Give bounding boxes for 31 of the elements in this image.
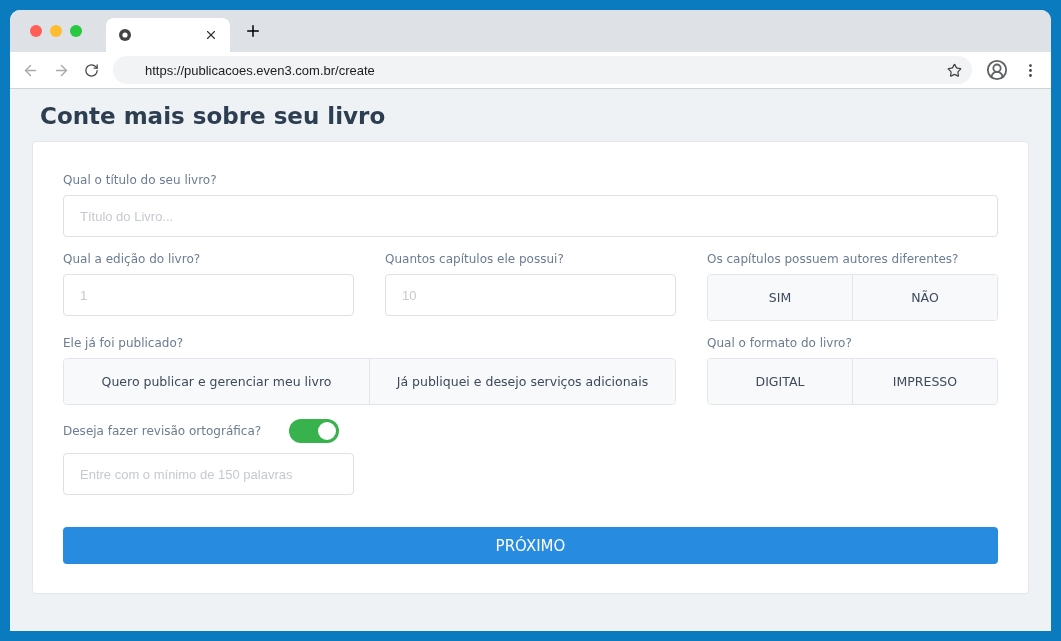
field-label: Ele já foi publicado? — [63, 335, 185, 351]
option-button[interactable]: SIM — [708, 275, 853, 320]
field-label: Qual o formato do livro? — [707, 335, 853, 351]
window-maximize-dot[interactable] — [70, 25, 82, 37]
field-label: Os capítulos possuem autores diferentes? — [707, 251, 960, 267]
option-button[interactable]: IMPRESSO — [853, 359, 997, 404]
input-field[interactable]: 1 — [63, 274, 354, 316]
input-field[interactable]: 10 — [385, 274, 676, 316]
new-tab-icon[interactable] — [244, 22, 262, 40]
input-field[interactable]: Título do Livro... — [63, 195, 998, 237]
option-button[interactable]: DIGITAL — [708, 359, 853, 404]
field-label: Deseja fazer revisão ortográfica? — [63, 423, 262, 439]
field-label: Quantos capítulos ele possui? — [385, 251, 565, 267]
field-label: Qual a edição do livro? — [63, 251, 202, 267]
profile-icon[interactable] — [986, 59, 1008, 81]
star-icon[interactable] — [947, 62, 962, 78]
address-bar[interactable]: https://publicacoes.even3.com.br/create — [113, 56, 972, 84]
window-close-dot[interactable] — [30, 25, 42, 37]
browser-logo-icon — [118, 28, 132, 42]
browser-tab[interactable] — [106, 18, 230, 52]
option-button[interactable]: Já publiquei e desejo serviços adicionais — [370, 359, 675, 404]
option-button[interactable]: NÃO — [853, 275, 997, 320]
next-button[interactable]: PRÓXIMO — [63, 527, 998, 564]
input-field[interactable]: Entre com o mínimo de 150 palavras — [63, 453, 354, 495]
field-label: Qual o título do seu livro? — [63, 172, 218, 188]
reload-icon[interactable] — [84, 62, 99, 78]
option-button[interactable]: Quero publicar e gerenciar meu livro — [64, 359, 370, 404]
toggle-switch[interactable] — [289, 419, 340, 443]
window-minimize-dot[interactable] — [50, 25, 62, 37]
page-title: Conte mais sobre seu livro — [40, 103, 387, 129]
close-icon[interactable] — [204, 28, 218, 42]
